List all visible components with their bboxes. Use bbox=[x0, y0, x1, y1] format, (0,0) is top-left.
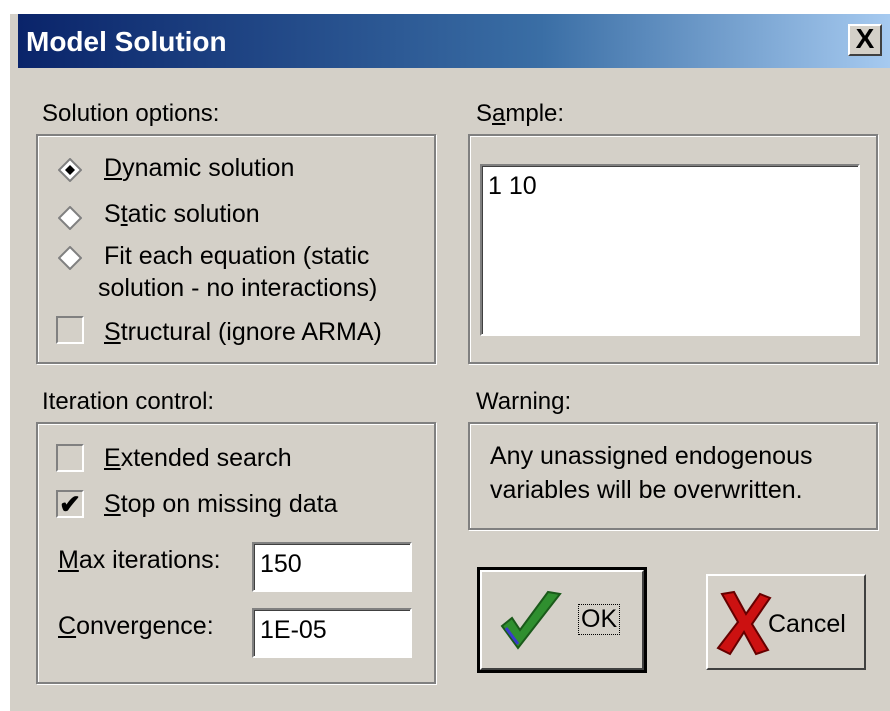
dialog-window: Model Solution X Solution options: Dynam… bbox=[8, 12, 890, 711]
radio-unselected-icon bbox=[58, 206, 82, 230]
window-title: Model Solution bbox=[26, 26, 227, 57]
structural-checkbox[interactable] bbox=[56, 316, 84, 344]
title-bar[interactable]: Model Solution X bbox=[18, 14, 890, 68]
dynamic-radio[interactable] bbox=[58, 158, 82, 182]
stop-on-missing-checkbox[interactable]: ✔ bbox=[56, 490, 84, 518]
close-button[interactable]: X bbox=[848, 24, 882, 56]
red-x-icon bbox=[716, 590, 772, 656]
green-check-icon bbox=[500, 590, 562, 650]
extended-search-checkbox[interactable] bbox=[56, 444, 84, 472]
solution-options-label: Solution options: bbox=[42, 100, 220, 127]
cancel-label: Cancel bbox=[768, 610, 846, 638]
ok-button[interactable]: OK bbox=[477, 567, 647, 673]
convergence-label: Convergence: bbox=[58, 612, 214, 640]
static-radio[interactable] bbox=[58, 206, 82, 230]
sample-label: Sample: bbox=[476, 100, 565, 127]
dynamic-solution-label[interactable]: Dynamic solution bbox=[104, 152, 294, 184]
warning-line1: Any unassigned endogenous bbox=[490, 442, 813, 470]
radio-selected-icon bbox=[58, 158, 82, 182]
extended-search-label[interactable]: Extended search bbox=[104, 442, 292, 474]
cancel-button[interactable]: Cancel bbox=[706, 574, 866, 670]
stop-on-missing-label[interactable]: Stop on missing data bbox=[104, 488, 337, 520]
solution-options-group: Dynamic solution Static solution Fit eac… bbox=[36, 134, 436, 364]
sample-group: 1 10 bbox=[468, 134, 878, 364]
warning-group: Any unassigned endogenous variables will… bbox=[468, 422, 878, 530]
radio-unselected-icon bbox=[58, 246, 82, 270]
warning-label: Warning: bbox=[476, 388, 572, 415]
convergence-field[interactable]: 1E-05 bbox=[252, 608, 412, 658]
checkmark-icon: ✔ bbox=[59, 489, 81, 519]
static-solution-label[interactable]: Static solution bbox=[104, 198, 260, 230]
iteration-control-label: Iteration control: bbox=[42, 388, 215, 415]
iteration-control-group: Extended search ✔ Stop on missing data M… bbox=[36, 422, 436, 684]
max-iterations-label: Max iterations: bbox=[58, 546, 221, 574]
fit-each-line1[interactable]: Fit each equation (static bbox=[104, 240, 369, 272]
fit-each-radio[interactable] bbox=[58, 246, 82, 270]
ok-label: OK bbox=[578, 604, 621, 635]
sample-textarea[interactable]: 1 10 bbox=[480, 164, 860, 336]
max-iterations-field[interactable]: 150 bbox=[252, 542, 412, 592]
warning-line2: variables will be overwritten. bbox=[490, 476, 803, 504]
structural-label[interactable]: Structural (ignore ARMA) bbox=[104, 316, 382, 348]
fit-each-line2[interactable]: solution - no interactions) bbox=[98, 272, 377, 304]
